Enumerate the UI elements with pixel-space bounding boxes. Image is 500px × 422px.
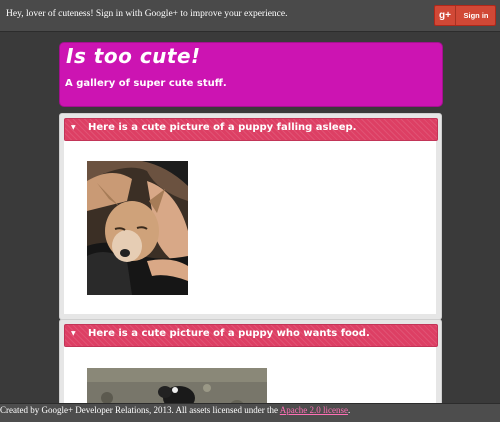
card-header-toggle[interactable]: ▼ Here is a cute picture of a puppy fall… xyxy=(64,118,438,141)
footer-credit: Created by Google+ Developer Relations, … xyxy=(0,405,280,415)
sleepy-puppy-illustration xyxy=(87,161,188,295)
footer: Created by Google+ Developer Relations, … xyxy=(0,403,500,422)
google-plus-signin-button[interactable]: g+ Sign in xyxy=(434,5,496,26)
footer-end: . xyxy=(348,405,351,415)
chevron-down-icon: ▼ xyxy=(71,124,76,131)
signin-prompt-text: Hey, lover of cuteness! Sign in with Goo… xyxy=(6,9,288,19)
gallery-header: Is too cute! A gallery of super cute stu… xyxy=(59,42,443,107)
page-title: Is too cute! xyxy=(66,44,201,68)
card-title: Here is a cute picture of a puppy fallin… xyxy=(88,122,357,133)
footer-text: Created by Google+ Developer Relations, … xyxy=(0,405,350,415)
top-bar: Hey, lover of cuteness! Sign in with Goo… xyxy=(0,0,500,32)
page-subtitle: A gallery of super cute stuff. xyxy=(65,78,227,89)
card-title: Here is a cute picture of a puppy who wa… xyxy=(88,328,370,339)
google-plus-icon: g+ xyxy=(435,6,456,25)
card-header-toggle[interactable]: ▼ Here is a cute picture of a puppy who … xyxy=(64,324,438,347)
signin-button-label: Sign in xyxy=(463,11,489,20)
page: Hey, lover of cuteness! Sign in with Goo… xyxy=(0,0,500,422)
sleepy-puppy-photo xyxy=(87,161,188,295)
gallery-card-sleepy-puppy: ▼ Here is a cute picture of a puppy fall… xyxy=(59,113,442,320)
license-link[interactable]: Apache 2.0 license xyxy=(280,405,348,415)
chevron-down-icon: ▼ xyxy=(71,330,76,337)
card-body xyxy=(64,141,436,314)
